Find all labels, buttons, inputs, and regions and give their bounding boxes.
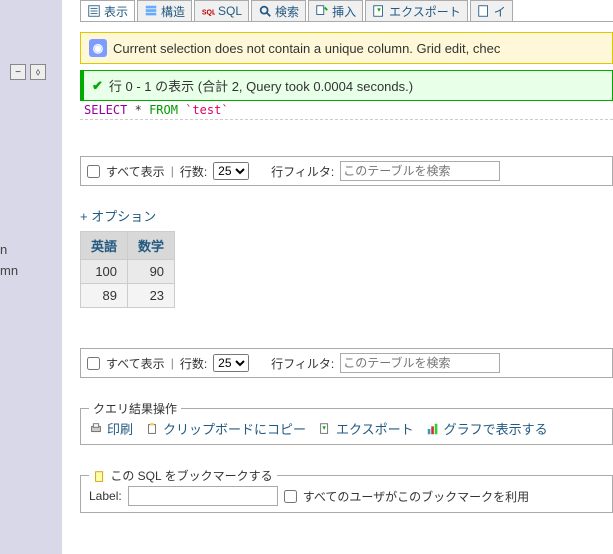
chart-icon bbox=[426, 422, 440, 436]
rows-label: 行数: bbox=[180, 163, 207, 180]
result-table: 英語 数学 100 90 89 23 bbox=[80, 231, 175, 308]
show-all-checkbox[interactable] bbox=[87, 165, 100, 178]
show-all-label: すべて表示 bbox=[106, 355, 165, 372]
sql-query: SELECT * FROM `test` bbox=[80, 101, 613, 120]
sql-table: `test` bbox=[185, 103, 228, 117]
cell: 90 bbox=[128, 260, 175, 284]
all-users-checkbox[interactable] bbox=[284, 490, 297, 503]
tab-label: イ bbox=[494, 3, 506, 20]
tab-import[interactable]: イ bbox=[470, 0, 513, 21]
all-users-label: すべてのユーザがこのブックマークを利用 bbox=[303, 488, 529, 505]
tab-insert[interactable]: 挿入 bbox=[308, 0, 363, 21]
sidebar: − ⬨ n mn bbox=[0, 0, 62, 554]
warning-text: Current selection does not contain a uni… bbox=[113, 41, 500, 56]
link-label: エクスポート bbox=[336, 419, 414, 438]
column-header[interactable]: 英語 bbox=[81, 232, 128, 260]
query-operations: クエリ結果操作 印刷 クリップボードにコピー エクスポート グラフで表示する bbox=[80, 408, 613, 445]
tab-label: 構造 bbox=[161, 3, 185, 20]
info-icon: ◉ bbox=[89, 39, 107, 57]
tab-browse[interactable]: 表示 bbox=[80, 0, 135, 21]
structure-icon bbox=[144, 4, 158, 18]
check-icon: ✔ bbox=[92, 78, 103, 94]
controls-bar-top: すべて表示 | 行数: 25 行フィルタ: bbox=[80, 156, 613, 186]
bookmark-icon bbox=[93, 470, 107, 484]
separator: | bbox=[171, 164, 174, 178]
cell: 100 bbox=[81, 260, 128, 284]
filter-input[interactable] bbox=[340, 353, 500, 373]
fieldset-legend: クエリ結果操作 bbox=[89, 400, 181, 417]
copy-link[interactable]: クリップボードにコピー bbox=[145, 419, 306, 438]
table-header-row: 英語 数学 bbox=[81, 232, 175, 260]
svg-text:SQL: SQL bbox=[202, 10, 215, 17]
tab-structure[interactable]: 構造 bbox=[137, 0, 192, 21]
table-row: 100 90 bbox=[81, 260, 175, 284]
export-icon bbox=[318, 422, 332, 436]
filter-input[interactable] bbox=[340, 161, 500, 181]
filter-label: 行フィルタ: bbox=[271, 163, 334, 180]
rows-select[interactable]: 25 bbox=[213, 162, 249, 180]
tab-sql[interactable]: SQL SQL bbox=[194, 0, 249, 21]
printer-icon bbox=[89, 422, 103, 436]
print-link[interactable]: 印刷 bbox=[89, 419, 133, 438]
tab-label: 表示 bbox=[104, 3, 128, 20]
fieldset-legend: この SQL をブックマークする bbox=[89, 467, 277, 484]
show-all-checkbox[interactable] bbox=[87, 357, 100, 370]
rows-label: 行数: bbox=[180, 355, 207, 372]
success-banner: ✔ 行 0 - 1 の表示 (合計 2, Query took 0.0004 s… bbox=[80, 70, 613, 101]
bookmark-label: Label: bbox=[89, 489, 122, 503]
options-link[interactable]: + オプション bbox=[80, 206, 156, 225]
main-content: 表示 構造 SQL SQL 検索 挿入 bbox=[62, 0, 613, 554]
sql-icon: SQL bbox=[201, 4, 215, 18]
tab-label: 挿入 bbox=[332, 3, 356, 20]
warning-banner: ◉ Current selection does not contain a u… bbox=[80, 32, 613, 64]
sql-star: * bbox=[135, 103, 142, 117]
column-header[interactable]: 数学 bbox=[128, 232, 175, 260]
minus-icon[interactable]: − bbox=[10, 64, 26, 80]
link-label: 印刷 bbox=[107, 419, 133, 438]
sidebar-tree-fragment: n mn bbox=[0, 240, 18, 282]
cell: 89 bbox=[81, 284, 128, 308]
tab-label: SQL bbox=[218, 4, 242, 18]
export-icon bbox=[372, 4, 386, 18]
chart-link[interactable]: グラフで表示する bbox=[426, 419, 548, 438]
filter-label: 行フィルタ: bbox=[271, 355, 334, 372]
export-link[interactable]: エクスポート bbox=[318, 419, 414, 438]
tab-label: 検索 bbox=[275, 3, 299, 20]
link-icon[interactable]: ⬨ bbox=[30, 64, 46, 80]
legend-text: この SQL をブックマークする bbox=[110, 469, 272, 483]
sql-keyword: SELECT bbox=[84, 103, 127, 117]
import-icon bbox=[477, 4, 491, 18]
tab-export[interactable]: エクスポート bbox=[365, 0, 468, 21]
search-icon bbox=[258, 4, 272, 18]
tab-label: エクスポート bbox=[389, 3, 461, 20]
controls-bar-bottom: すべて表示 | 行数: 25 行フィルタ: bbox=[80, 348, 613, 378]
list-icon bbox=[87, 4, 101, 18]
bookmark-label-input[interactable] bbox=[128, 486, 278, 506]
bookmark-section: この SQL をブックマークする Label: すべてのユーザがこのブックマーク… bbox=[80, 475, 613, 513]
tab-bar: 表示 構造 SQL SQL 検索 挿入 bbox=[80, 0, 613, 22]
insert-icon bbox=[315, 4, 329, 18]
link-label: グラフで表示する bbox=[444, 419, 548, 438]
tab-search[interactable]: 検索 bbox=[251, 0, 306, 21]
sql-keyword: FROM bbox=[149, 103, 178, 117]
link-label: クリップボードにコピー bbox=[163, 419, 306, 438]
success-text: 行 0 - 1 の表示 (合計 2, Query took 0.0004 sec… bbox=[109, 76, 413, 95]
table-row: 89 23 bbox=[81, 284, 175, 308]
clipboard-icon bbox=[145, 422, 159, 436]
separator: | bbox=[171, 356, 174, 370]
rows-select[interactable]: 25 bbox=[213, 354, 249, 372]
cell: 23 bbox=[128, 284, 175, 308]
show-all-label: すべて表示 bbox=[106, 163, 165, 180]
